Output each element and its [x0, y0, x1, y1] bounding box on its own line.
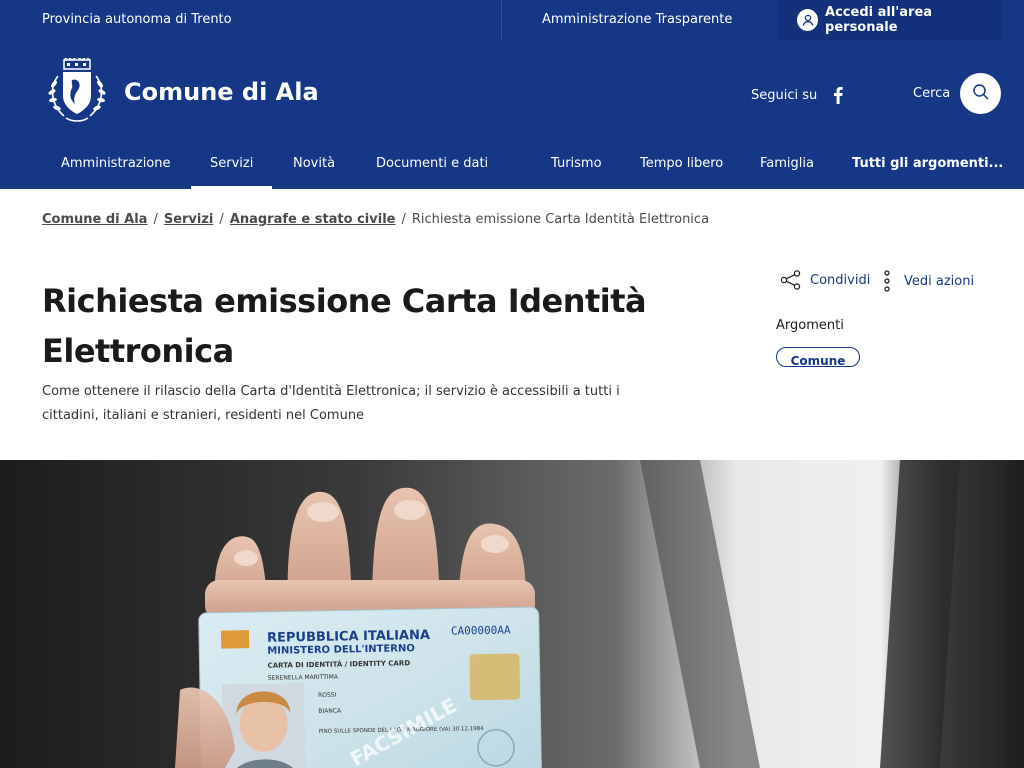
- nav-item-amministrazione[interactable]: Amministrazione: [61, 144, 171, 189]
- search-label: Cerca: [913, 86, 951, 101]
- transparency-link[interactable]: Amministrazione Trasparente: [542, 0, 732, 40]
- nav-item-documenti[interactable]: Documenti e dati: [376, 144, 488, 189]
- divider: [501, 0, 502, 40]
- share-icon: [780, 270, 801, 290]
- card-municipality: SERENELLA MARITTIMA: [268, 674, 339, 682]
- card-surname: ROSSI: [318, 692, 337, 699]
- breadcrumb-link-servizi[interactable]: Servizi: [164, 212, 214, 227]
- facebook-icon[interactable]: [831, 86, 845, 104]
- site-header: Comune di Ala Seguici su Cerca Amministr…: [0, 40, 1024, 189]
- page-title: Richiesta emissione Carta Identità Elett…: [42, 282, 647, 370]
- topics-label: Argomenti: [776, 318, 844, 333]
- search-button[interactable]: [960, 73, 1001, 114]
- nav-item-famiglia[interactable]: Famiglia: [760, 144, 814, 189]
- user-icon: [797, 9, 819, 31]
- breadcrumb-current: Richiesta emissione Carta Identità Elett…: [411, 212, 710, 227]
- card-number: CA00000AA: [451, 624, 511, 638]
- more-actions-button[interactable]: Vedi azioni: [884, 270, 974, 292]
- nav-item-tempo-libero[interactable]: Tempo libero: [640, 144, 723, 189]
- card-name: BIANCA: [318, 707, 342, 714]
- actions-label: Vedi azioni: [904, 273, 975, 289]
- search-icon: [972, 83, 990, 105]
- top-bar: Provincia autonoma di Trento Amministraz…: [0, 0, 1024, 40]
- share-label: Condividi: [810, 272, 871, 288]
- nav-item-servizi[interactable]: Servizi: [190, 144, 273, 189]
- main-navigation: Amministrazione Servizi Novità Documenti…: [0, 144, 1024, 189]
- nav-item-turismo[interactable]: Turismo: [551, 144, 602, 189]
- coat-of-arms-logo[interactable]: [42, 56, 112, 128]
- login-label: Accedi all'area personale: [825, 5, 933, 35]
- province-link[interactable]: Provincia autonoma di Trento: [42, 0, 232, 40]
- breadcrumb-link-anagrafe[interactable]: Anagrafe e stato civile: [230, 212, 396, 227]
- hero-image: REPUBBLICA ITALIANA MINISTERO DELL'INTER…: [0, 460, 1024, 768]
- breadcrumb-link-home[interactable]: Comune di Ala: [42, 212, 147, 227]
- site-title[interactable]: Comune di Ala: [124, 78, 319, 106]
- topic-chip[interactable]: Comune: [776, 347, 860, 367]
- social-links: Seguici su: [751, 86, 845, 104]
- breadcrumb: Comune di Ala / Servizi / Anagrafe e stato c…: [42, 212, 710, 227]
- nav-item-novita[interactable]: Novità: [293, 144, 335, 189]
- login-button[interactable]: Accedi all'area personale: [777, 0, 1001, 40]
- share-button[interactable]: Condividi: [780, 270, 870, 290]
- page-description: Come ottenere il rilascio della Carta d'…: [42, 384, 620, 423]
- nav-item-tutti-argomenti[interactable]: Tutti gli argomenti...: [852, 144, 1003, 189]
- more-vertical-icon: [884, 270, 890, 292]
- social-label: Seguici su: [751, 87, 818, 103]
